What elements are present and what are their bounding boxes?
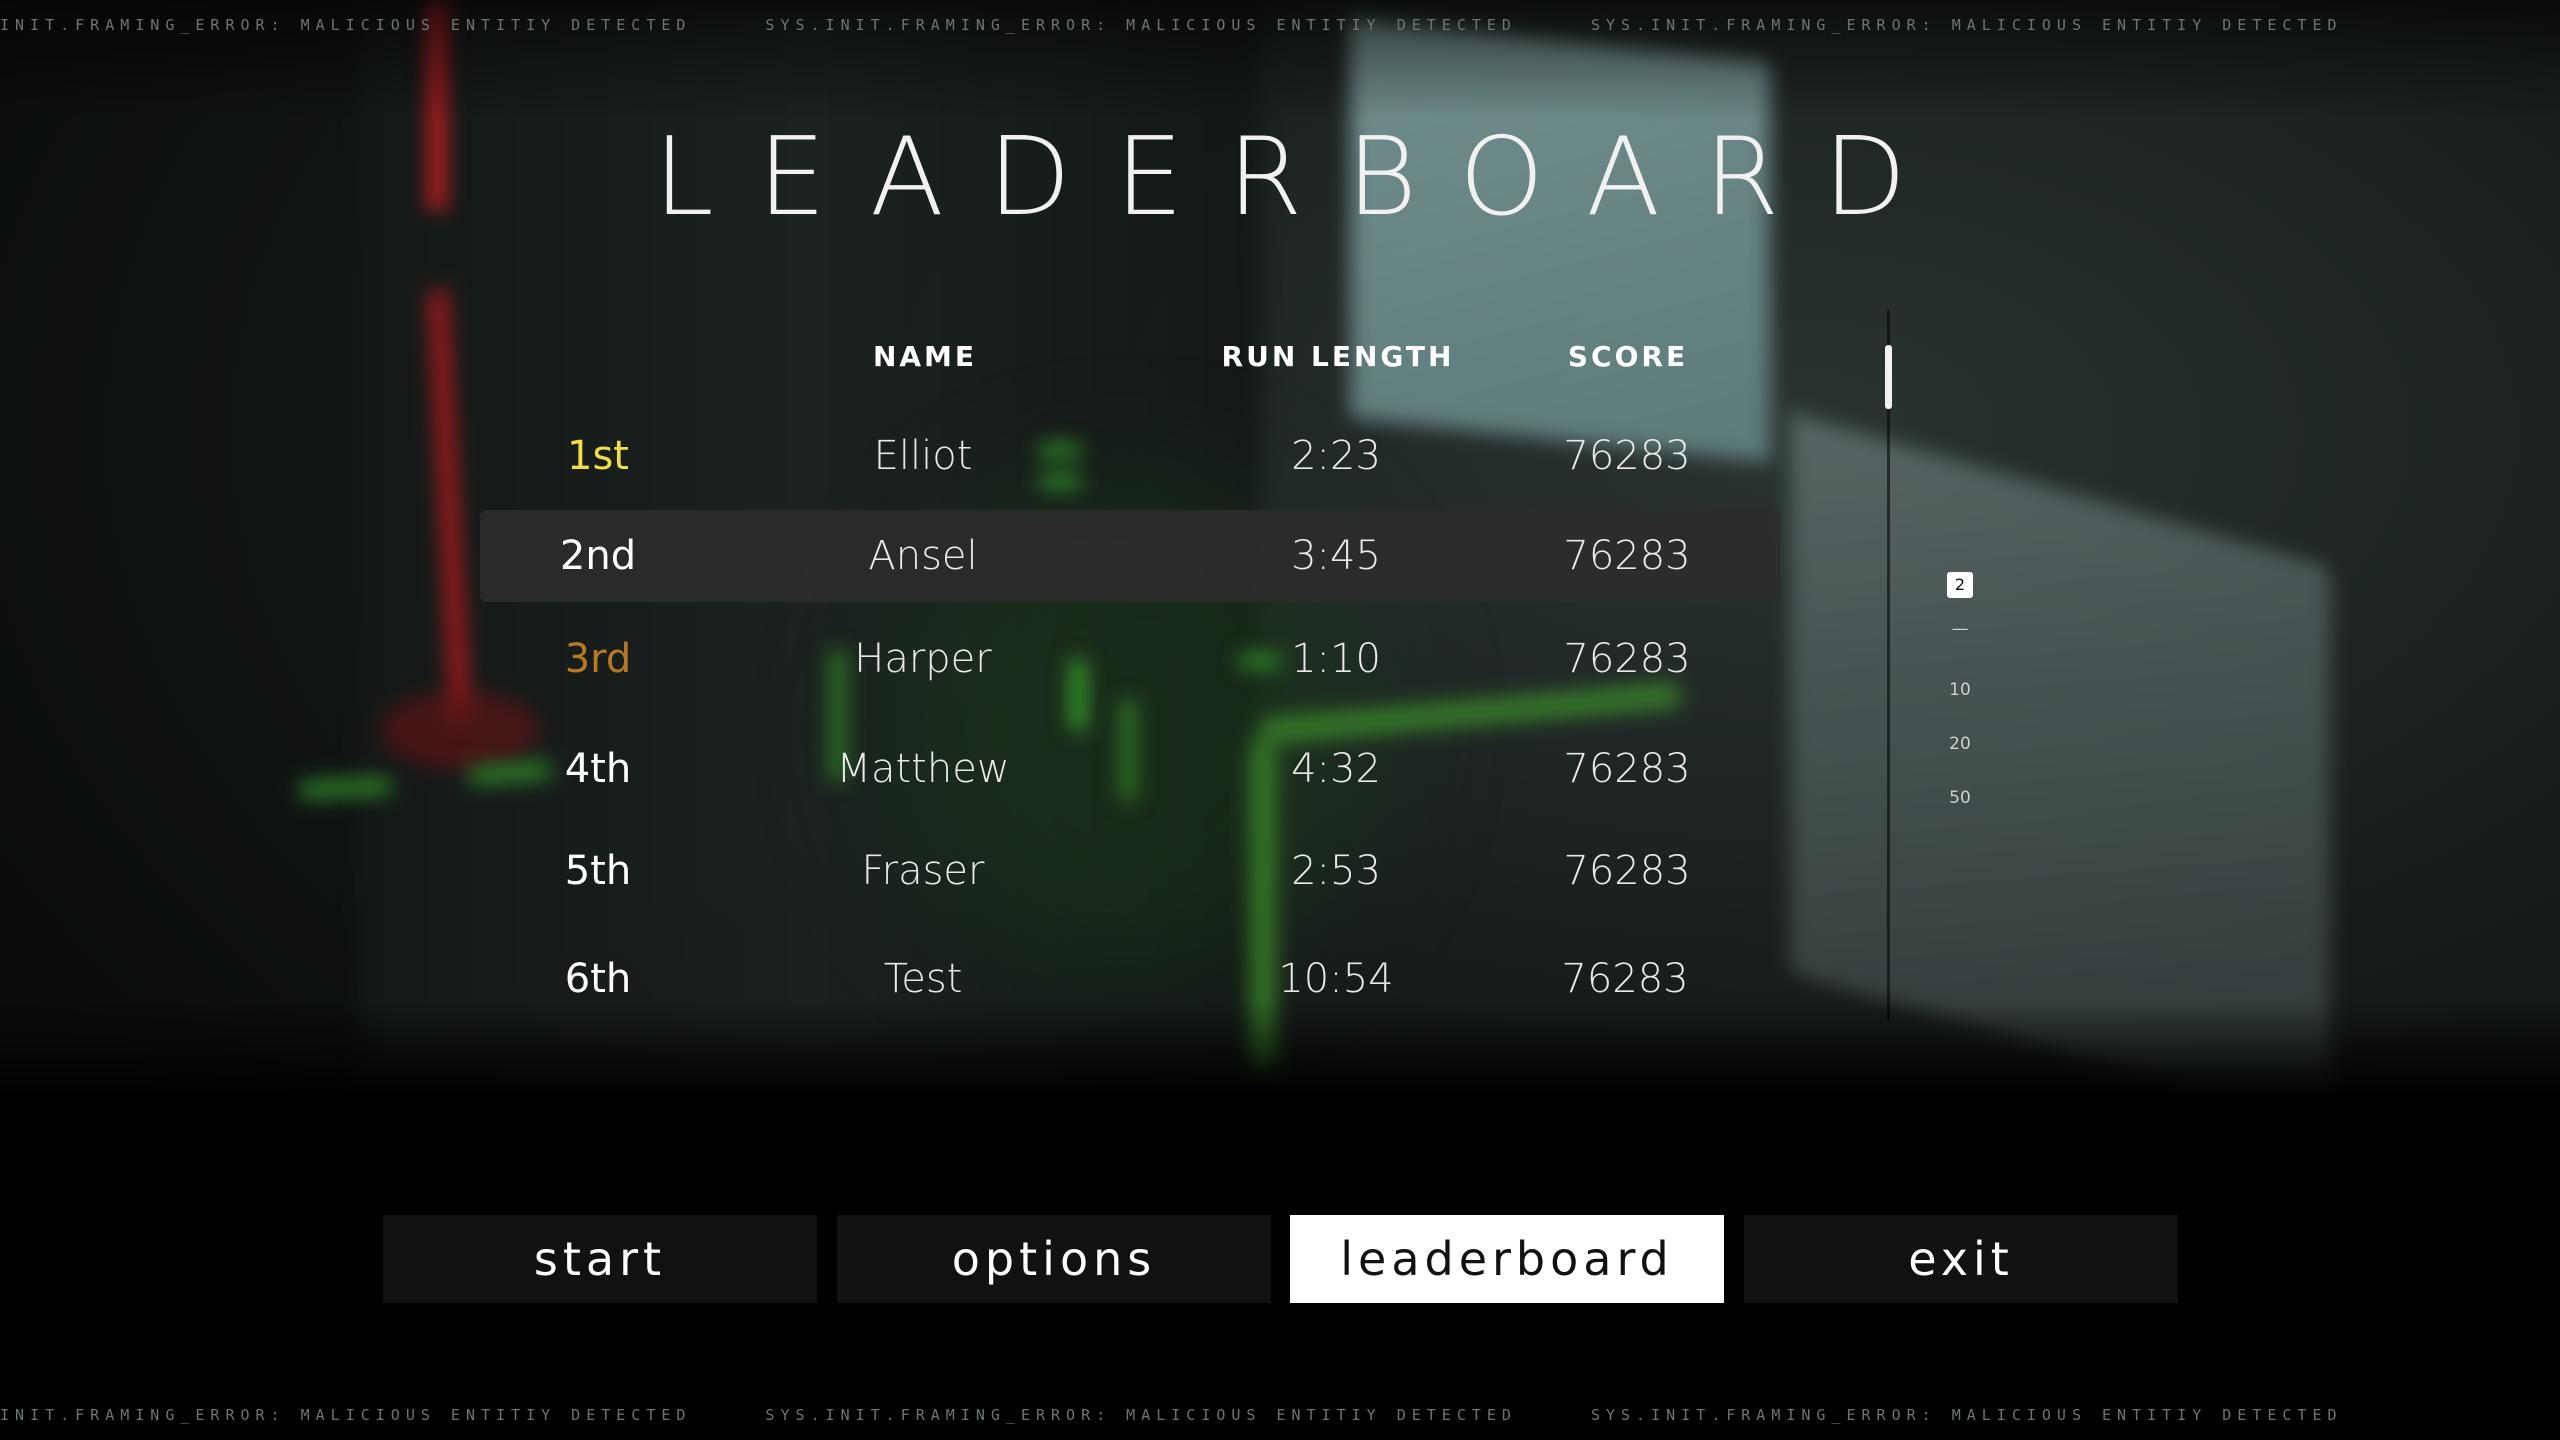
page-size-option[interactable]: 50 [1945,788,1975,808]
run-length-cell: 10:54 [1278,956,1394,1002]
column-header-name: NAME [872,340,978,373]
table-row[interactable]: 3rd Harper 1:10 76283 [480,613,1780,705]
error-ticker-bottom: INIT.FRAMING_ERROR: MALICIOUS ENTITIY DE… [0,1406,2560,1424]
ticker-text: SYS.INIT.FRAMING_ERROR: MALICIOUS ENTITI… [1590,16,2343,34]
run-length-cell: 4:32 [1291,746,1381,792]
score-cell: 76283 [1563,746,1691,792]
name-cell: Matthew [836,746,1010,792]
table-row[interactable]: 4th Matthew 4:32 76283 [480,723,1780,815]
rank-cell: 4th [564,746,632,792]
table-row-highlighted[interactable]: 2nd Ansel 3:45 76283 [480,510,1780,602]
page-title: LEADERBOARD [653,115,1951,240]
ticker-text: INIT.FRAMING_ERROR: MALICIOUS ENTITIY DE… [0,1406,692,1424]
score-cell: 76283 [1563,433,1691,479]
leaderboard-button[interactable]: leaderboard [1290,1215,1724,1303]
ticker-text: SYS.INIT.FRAMING_ERROR: MALICIOUS ENTITI… [765,16,1517,34]
page-size-option[interactable]: 10 [1945,680,1975,700]
rank-cell: 2nd [559,533,637,579]
error-ticker-top: INIT.FRAMING_ERROR: MALICIOUS ENTITIY DE… [0,16,2560,34]
score-cell: 76283 [1561,956,1689,1002]
page-size-separator: — [1951,619,1969,639]
exit-button[interactable]: exit [1744,1215,2178,1303]
start-button[interactable]: start [383,1215,817,1303]
column-header-score: SCORE [1567,340,1689,373]
score-cell: 76283 [1563,636,1691,682]
table-row[interactable]: 5th Fraser 2:53 76283 [480,825,1780,917]
column-header-run-length: RUN LENGTH [1221,340,1455,373]
name-cell: Elliot [873,433,973,479]
rank-cell: 3rd [564,636,632,682]
name-cell: Ansel [868,533,978,579]
table-row[interactable]: 6th Test 10:54 76283 [480,933,1780,1025]
table-row[interactable]: 1st Elliot 2:23 76283 [480,410,1780,502]
scrollbar-thumb[interactable] [1885,345,1892,409]
ticker-text: SYS.INIT.FRAMING_ERROR: MALICIOUS ENTITI… [765,1406,1517,1424]
name-cell: Harper [854,636,992,682]
rank-cell: 1st [567,433,629,479]
run-length-cell: 1:10 [1291,636,1381,682]
ticker-text: INIT.FRAMING_ERROR: MALICIOUS ENTITIY DE… [0,16,692,34]
run-length-cell: 3:45 [1291,533,1381,579]
rank-cell: 5th [564,848,632,894]
name-cell: Test [883,956,963,1002]
page-size-option-selected[interactable]: 2 [1947,572,1973,598]
ticker-text: SYS.INIT.FRAMING_ERROR: MALICIOUS ENTITI… [1590,1406,2343,1424]
name-cell: Fraser [861,848,985,894]
run-length-cell: 2:53 [1291,848,1381,894]
options-button[interactable]: options [837,1215,1271,1303]
run-length-cell: 2:23 [1291,433,1381,479]
scrollbar-track[interactable] [1887,310,1890,1020]
score-cell: 76283 [1563,848,1691,894]
page-size-option[interactable]: 20 [1945,734,1975,754]
score-cell: 76283 [1563,533,1691,579]
rank-cell: 6th [564,956,632,1002]
